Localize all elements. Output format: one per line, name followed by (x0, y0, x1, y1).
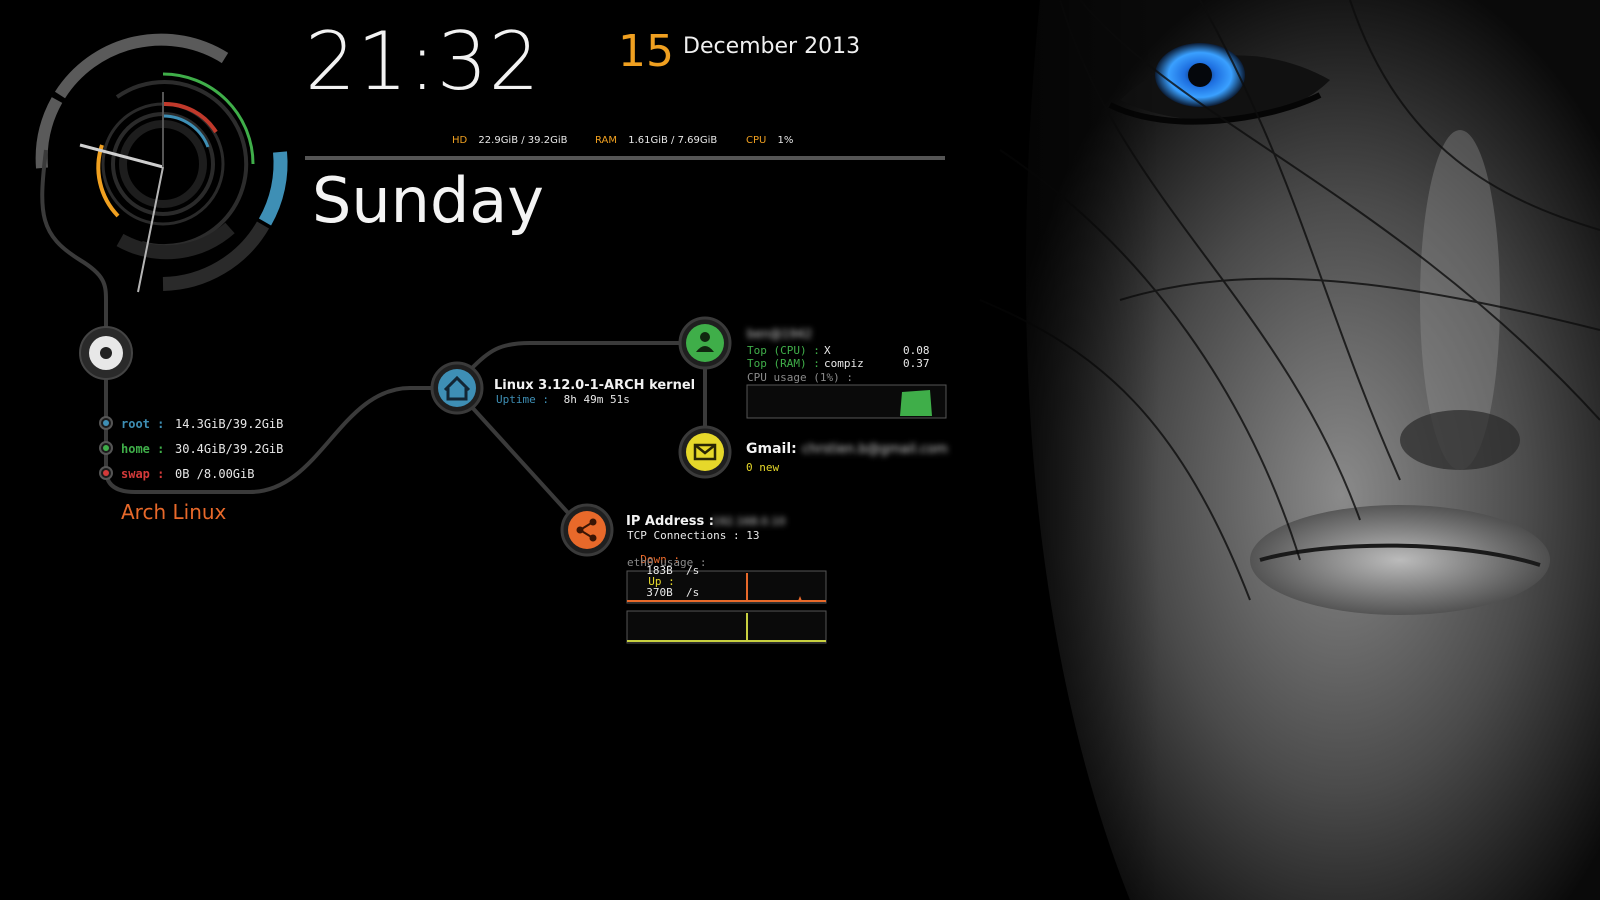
ram-stat: RAM 1.61GiB / 7.69GiB (595, 136, 717, 146)
eth0-usage-label: eth0 usage : (627, 556, 707, 569)
cpu-stat: CPU 1% (746, 136, 793, 146)
gmail-address-blurred: chrstien.b@gmail.com (802, 442, 948, 457)
disk-swap-value: 0B /8.00GiB (175, 467, 255, 481)
distro-name: Arch Linux (121, 500, 227, 524)
cpu-usage-graph (747, 385, 946, 418)
weekday: Sunday (312, 164, 544, 237)
gmail-label: Gmail: (746, 441, 797, 457)
disk-home-value: 30.4GiB/39.2GiB (175, 442, 284, 456)
house-icon[interactable] (432, 363, 482, 413)
record-icon (80, 327, 132, 379)
ram-label: RAM (595, 135, 618, 146)
disk-home-label: home : (121, 442, 165, 456)
disk-root-value: 14.3GiB/39.2GiB (175, 417, 284, 431)
mail-icon[interactable] (680, 427, 730, 477)
hd-stat: HD 22.9GiB / 39.2GiB (452, 136, 567, 146)
clock-time: 21:32 (305, 15, 541, 108)
top-cpu-label: Top (CPU) : (747, 344, 820, 357)
ip-address-label: IP Address : (626, 514, 714, 529)
share-icon[interactable] (562, 505, 612, 555)
ram-value: 1.61GiB / 7.69GiB (628, 135, 718, 146)
date-month-year: December 2013 (683, 34, 861, 59)
tcp-connections: TCP Connections : 13 (627, 529, 760, 542)
eth0-up-graph (627, 611, 826, 643)
top-cpu-value: 0.08 (903, 344, 930, 357)
user-icon[interactable] (680, 318, 730, 368)
cpu-value: 1% (777, 135, 794, 146)
disk-swap-label: swap : (121, 467, 165, 481)
disk-swap-row: swap : 0B /8.00GiB (121, 468, 254, 480)
top-cpu-process: X (824, 344, 831, 357)
top-ram-process: compiz (824, 357, 864, 370)
date-day-number: 15 (618, 26, 674, 77)
hd-value: 22.9GiB / 39.2GiB (478, 135, 568, 146)
username-blurred: ben@1942 (747, 327, 813, 341)
top-ram-row: Top (RAM) : compiz 0.37 (747, 357, 930, 370)
disk-root-row: root : 14.3GiB/39.2GiB (121, 418, 283, 430)
disk-home-row: home : 30.4GiB/39.2GiB (121, 443, 283, 455)
top-cpu-row: Top (CPU) : X 0.08 (747, 344, 930, 357)
uptime-row: Uptime : 8h 49m 51s (496, 394, 630, 405)
disk-root-label: root : (121, 417, 165, 431)
ip-address-blurred: 192.168.0.10 (712, 515, 786, 528)
cpu-label: CPU (746, 135, 767, 146)
uptime-value: 8h 49m 51s (563, 393, 630, 406)
hd-label: HD (452, 135, 468, 146)
top-ram-label: Top (RAM) : (747, 357, 820, 370)
cpu-usage-label: CPU usage (1%) : (747, 371, 853, 384)
uptime-label: Uptime : (496, 393, 549, 406)
gmail-new-count: 0 new (746, 461, 780, 474)
top-ram-value: 0.37 (903, 357, 930, 370)
eth0-down-graph (627, 571, 826, 603)
kernel-title: Linux 3.12.0-1-ARCH kernel (494, 378, 696, 393)
